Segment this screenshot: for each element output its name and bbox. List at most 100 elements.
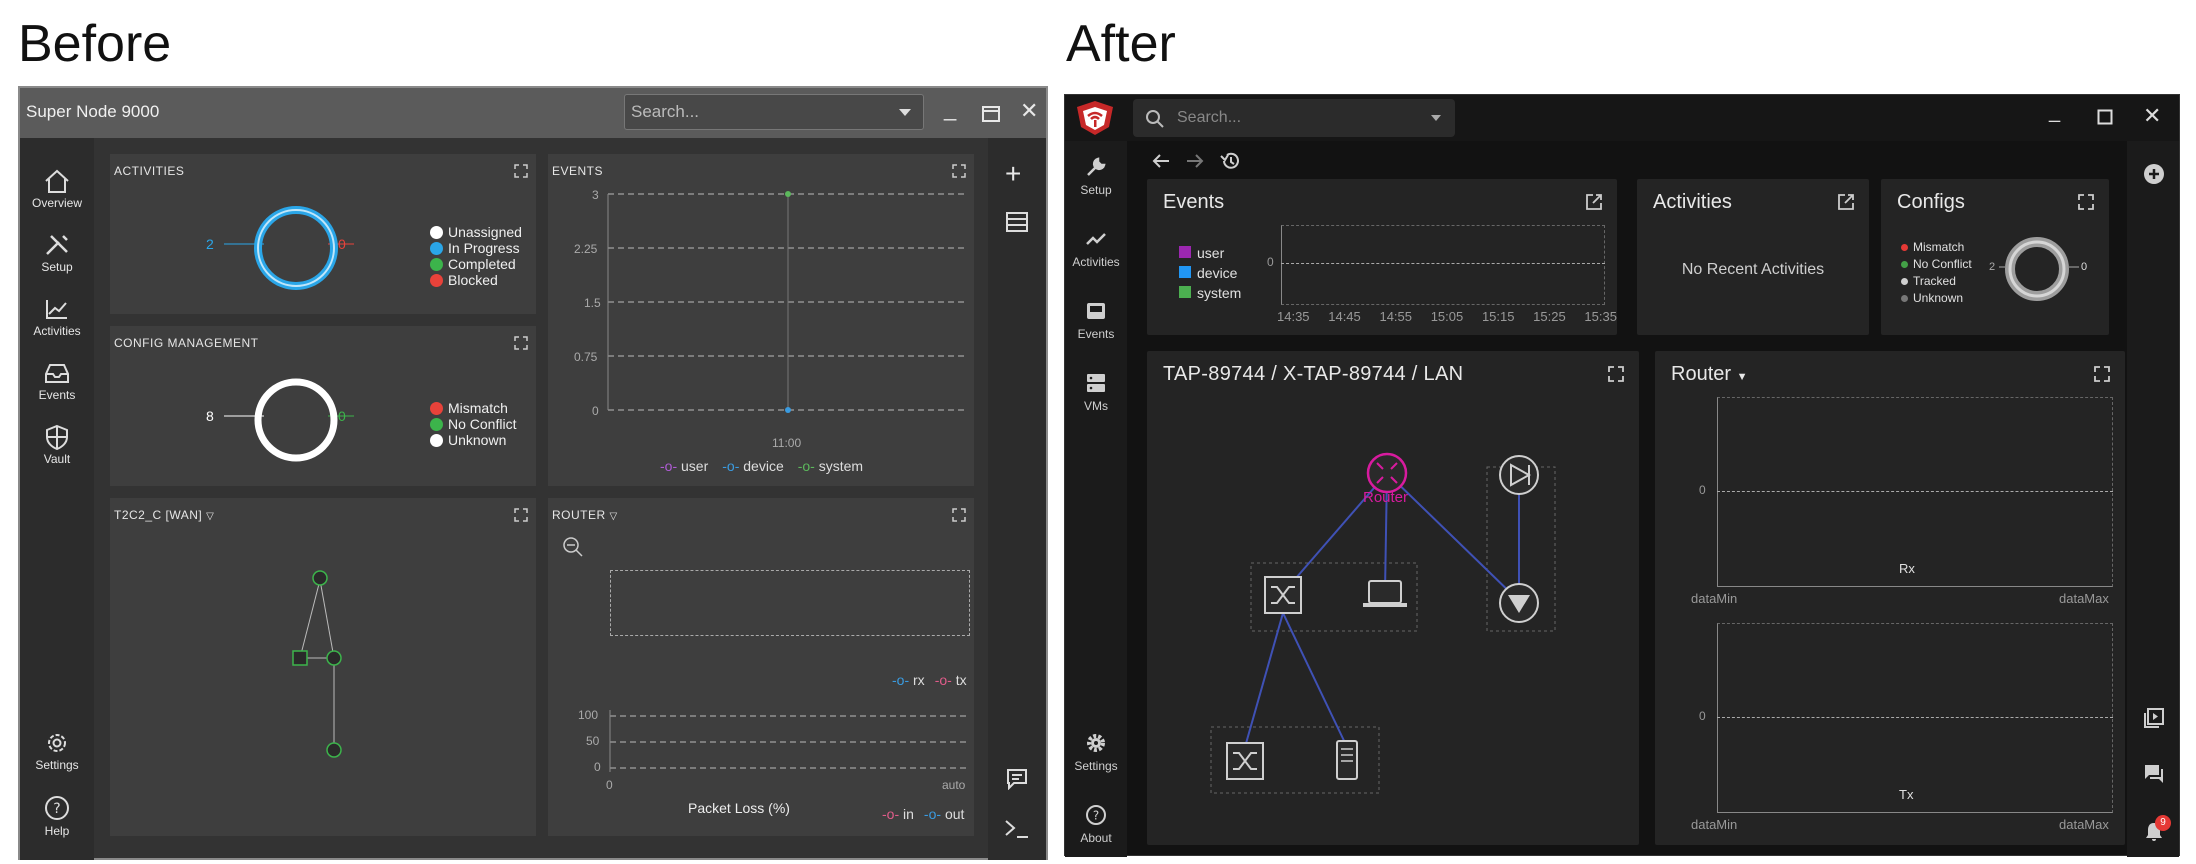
legend-dot [430,273,443,287]
x-tick: 15:05 [1430,309,1464,324]
terminal-icon[interactable] [1004,818,1030,840]
nav-events[interactable]: Events [1065,299,1127,341]
nav-settings[interactable]: Settings [1065,731,1127,773]
zoom-out-icon[interactable] [562,536,584,558]
y-tick: 3 [592,188,599,202]
packet-loss-chart [609,710,970,772]
panel-title-text: ROUTER [552,508,606,522]
expand-icon[interactable] [514,164,528,178]
legend-item: Mismatch [1901,239,1972,256]
minimize-button[interactable]: _ [944,96,956,122]
panel-title[interactable]: Router ▼ [1671,363,1747,386]
left-sidebar: Overview Setup Activities Events Vault S… [20,138,94,860]
window-title: Super Node 9000 [26,102,160,121]
switch-node[interactable] [292,650,308,666]
after-heading: After [1066,15,1176,73]
nav-help[interactable]: ? Help [20,794,94,838]
gateway-node-icon[interactable] [1499,455,1539,495]
legend-item: -o- out [923,806,965,822]
expand-icon[interactable] [514,508,528,522]
legend-item: -o- system [797,458,864,474]
add-button[interactable]: + [1005,158,1021,190]
x-tick: 14:35 [1277,309,1310,324]
playlist-icon[interactable] [2143,707,2165,729]
list-icon[interactable] [1006,212,1028,232]
minimize-button[interactable]: _ [2049,101,2060,124]
configs-donut [1999,237,2079,301]
chevron-down-icon[interactable] [899,109,911,116]
add-circle-icon[interactable] [2143,163,2165,185]
open-external-icon[interactable] [1585,193,1603,211]
expand-icon[interactable] [952,508,966,522]
search-input[interactable]: Search... [1133,99,1455,137]
expand-icon[interactable] [2077,193,2095,211]
panel-title: CONFIG MANAGEMENT [114,336,259,350]
panel-title[interactable]: T2C2_C [WAN] ▽ [114,508,214,522]
right-sidebar: + [988,138,1046,860]
close-button[interactable]: ✕ [1020,98,1038,124]
nav-activities[interactable]: Activities [20,296,94,338]
legend-item: -o- device [722,458,784,474]
y-tick: 0 [592,404,599,418]
loss-x-right: auto [942,778,966,792]
maximize-icon[interactable] [2097,109,2113,125]
chevron-down-icon[interactable]: ▼ [1737,371,1748,383]
rx-chart [1717,397,2113,587]
close-button[interactable]: ✕ [2143,103,2161,129]
router-node[interactable] [312,570,328,586]
nav-vault[interactable]: Vault [20,424,94,466]
brand-logo-icon [1077,101,1113,135]
legend-item: No Conflict [1901,256,1972,273]
legend-label: Mismatch [448,400,508,416]
expand-icon[interactable] [514,336,528,350]
chevron-down-icon[interactable]: ▽ [206,511,214,522]
legend-label: Tracked [1913,274,1956,288]
activities-legend: Unassigned In Progress Completed Blocked [430,224,522,288]
expand-icon[interactable] [2093,365,2111,383]
y-tick: 2.25 [574,242,598,256]
server-node-icon[interactable] [1336,740,1358,780]
nav-overview[interactable]: Overview [20,168,94,210]
legend-item: Unknown [1901,290,1972,307]
workstation-node-icon[interactable] [1368,580,1402,604]
expand-icon[interactable] [1607,365,1625,383]
nav-about[interactable]: ? About [1065,803,1127,845]
gear-icon [1087,734,1105,752]
panel-title[interactable]: ROUTER ▽ [552,508,618,522]
back-arrow-icon[interactable] [1151,151,1171,171]
tx-zero-line [1717,717,2113,718]
chevron-down-icon[interactable] [1431,115,1441,121]
router-node-icon[interactable] [1366,452,1408,494]
nav-vms[interactable]: VMs [1065,371,1127,413]
nav-setup[interactable]: Setup [20,232,94,274]
panel-title-text: Router [1671,363,1732,385]
device-node[interactable] [326,742,342,758]
nav-activities[interactable]: Activities [1065,227,1127,269]
events-legend: -o- user -o- device -o- system [660,458,863,474]
chart-line-icon [1086,233,1106,245]
expand-icon[interactable] [952,164,966,178]
nav-label: VMs [1084,399,1108,413]
rx-zero-line [1717,491,2113,492]
nav-label: Vault [43,452,71,466]
history-icon[interactable] [1219,150,1241,172]
x-max-label: dataMax [2059,817,2109,832]
title-bar: Super Node 9000 Search... _ ✕ [20,88,1046,138]
maximize-button[interactable] [982,102,1000,128]
events-plot-area [1281,225,1605,305]
chevron-down-icon[interactable]: ▽ [610,511,618,522]
maximize-icon [982,106,1000,122]
open-external-icon[interactable] [1837,193,1855,211]
forward-arrow-icon[interactable] [1185,151,1205,171]
chat-icon[interactable] [2143,763,2165,785]
nav-settings[interactable]: Settings [20,730,94,772]
legend-item: Completed [430,256,522,272]
y-tick: 0 [1267,255,1274,269]
device-node[interactable] [326,650,342,666]
y-tick: 0 [1699,483,1706,497]
search-input[interactable]: Search... [624,94,924,130]
chat-icon[interactable] [1006,768,1028,790]
nav-setup[interactable]: Setup [1065,155,1127,197]
chart-line-icon [46,300,67,319]
nav-events[interactable]: Events [20,360,94,402]
